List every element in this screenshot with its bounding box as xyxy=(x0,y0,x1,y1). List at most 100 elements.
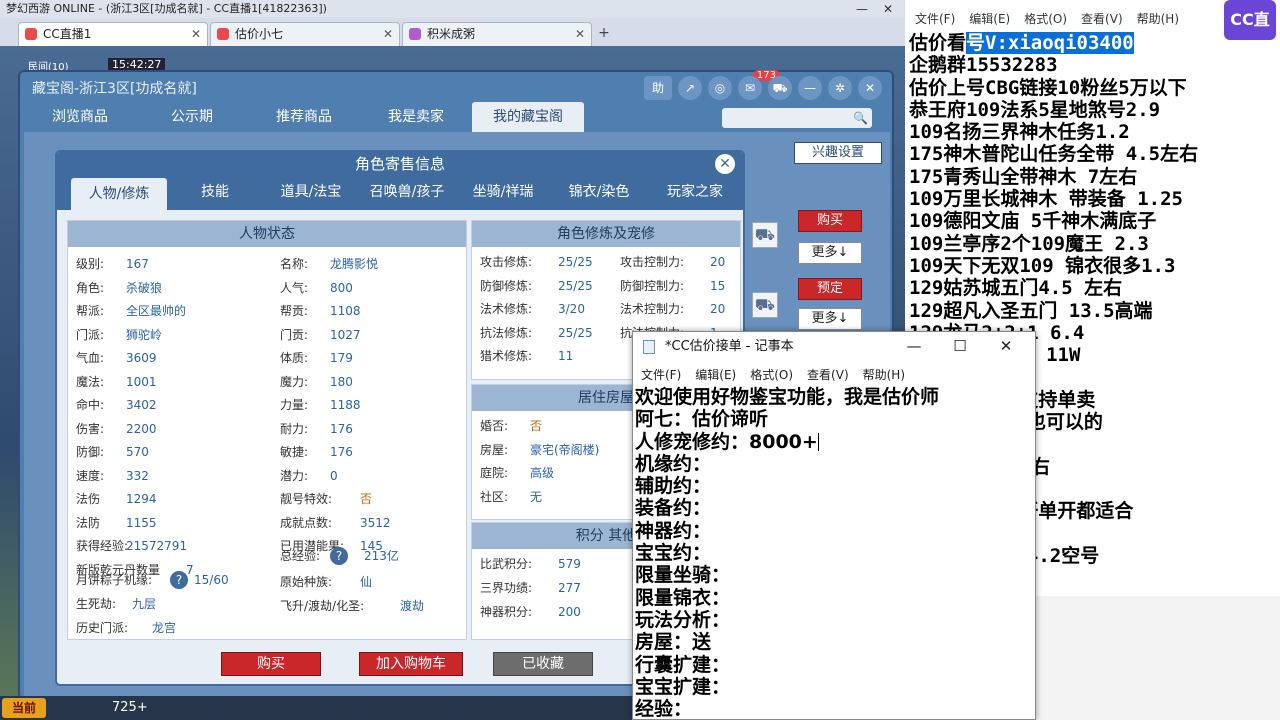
menu-edit[interactable]: 编辑(E) xyxy=(695,366,736,383)
buy-button[interactable]: 购买 xyxy=(798,210,862,232)
notepad-line-text: 神器约： xyxy=(635,519,712,542)
status-key: 靓号特效: xyxy=(280,492,333,506)
tab-items[interactable]: 道具/法宝 xyxy=(263,176,359,210)
status-key: 法伤 xyxy=(76,492,101,506)
cart-icon[interactable]: ⛟ xyxy=(752,222,778,248)
status-row: 伤害: 2200 xyxy=(76,420,157,437)
reserve-button[interactable]: 预定 xyxy=(798,278,862,300)
interest-settings-button[interactable]: 兴趣设置 xyxy=(794,142,882,164)
status-key: 气血: xyxy=(76,351,105,365)
menu-view[interactable]: 查看(V) xyxy=(807,366,849,383)
nav-my-pavilion[interactable]: 我的藏宝阁 xyxy=(472,102,584,132)
status-key: 伤害: xyxy=(76,421,105,436)
tab-close-icon[interactable]: ✕ xyxy=(383,23,393,45)
maximize-button[interactable]: ☐ xyxy=(937,332,983,360)
status-value: 800 xyxy=(330,280,353,295)
nav-seller[interactable]: 我是卖家 xyxy=(360,102,472,132)
menu-help[interactable]: 帮助(H) xyxy=(1137,10,1179,27)
treasure-toolbar: 助 ↗ ◎ ✉ ⛟ — ✲ ✕ xyxy=(638,76,882,100)
close-icon[interactable]: ✕ xyxy=(858,76,882,100)
status-value: 全区最帅的 xyxy=(126,304,187,318)
chat-icon[interactable]: ✉ xyxy=(738,76,762,100)
minimize-button[interactable]: — xyxy=(891,332,937,360)
menu-format[interactable]: 格式(O) xyxy=(1024,10,1067,27)
add-to-cart-button[interactable]: 加入购物车 xyxy=(359,652,463,676)
status-value: 1155 xyxy=(126,515,157,530)
tab-mounts[interactable]: 坐骑/祥瑞 xyxy=(455,176,551,210)
close-icon[interactable]: ✕ xyxy=(715,154,735,174)
background-window-fragment xyxy=(1030,596,1280,720)
menu-view[interactable]: 查看(V) xyxy=(1081,10,1123,27)
more-button[interactable]: 更多↓ xyxy=(798,242,862,264)
price-line: 109兰亭序2个109魔王 2.3 xyxy=(909,232,1149,255)
nav-browse[interactable]: 浏览商品 xyxy=(24,102,136,132)
buy-button[interactable]: 购买 xyxy=(221,652,321,676)
status-value: 176 xyxy=(330,421,353,436)
favorited-button[interactable]: 已收藏 xyxy=(493,652,593,676)
status-value: 1001 xyxy=(126,374,157,389)
status-key: 力量: xyxy=(280,398,309,412)
tab-pets[interactable]: 召唤兽/孩子 xyxy=(359,176,455,210)
notepad-menu: 文件(F) 编辑(E) 格式(O) 查看(V) 帮助(H) xyxy=(633,362,1035,386)
tab-skills[interactable]: 技能 xyxy=(167,176,263,210)
close-button[interactable]: ✕ xyxy=(983,332,1029,360)
tab-char-cultivation[interactable]: 人物/修炼 xyxy=(71,178,167,210)
menu-file[interactable]: 文件(F) xyxy=(915,10,955,27)
close-button[interactable]: ✕ xyxy=(875,0,901,18)
notepad-line: 欢迎使用好物鉴宝功能，我是估价师 xyxy=(635,386,939,408)
minimize-icon[interactable]: — xyxy=(798,76,822,100)
browser-tab-estimate[interactable]: 估价小七 ✕ xyxy=(210,22,400,46)
notepad-line-text: 阿七：估价谛听 xyxy=(635,408,769,431)
home-key: 房屋: xyxy=(480,442,509,457)
status-value: 570 xyxy=(126,445,149,459)
status-row: 帮派: 全区最帅的 xyxy=(76,302,186,319)
status-key: 体质: xyxy=(280,351,309,365)
menu-file[interactable]: 文件(F) xyxy=(641,366,681,383)
menu-help[interactable]: 帮助(H) xyxy=(863,366,905,383)
help-button[interactable]: 助 xyxy=(644,76,672,100)
notepad-line-text: 宝宝扩建： xyxy=(635,675,731,698)
settings-icon[interactable]: ◎ xyxy=(708,76,732,100)
history-sect-key: 历史门派: xyxy=(76,621,129,635)
browser-tab-jimi[interactable]: 积米成粥 ✕ xyxy=(402,22,592,46)
minimize-button[interactable]: — xyxy=(849,0,875,18)
cart-icon[interactable]: ⛟ xyxy=(768,76,792,100)
question-icon[interactable]: ? xyxy=(170,571,188,589)
notepad-text-area[interactable]: 欢迎使用好物鉴宝功能，我是估价师 阿七：估价谛听 人修宠修约：8000+ 机缘约： 辅助… xyxy=(635,386,939,719)
price-line: 175神木普陀山任务全带 4.5左右 xyxy=(909,143,1199,166)
notepad-title: *CC估价接单 - 记事本 xyxy=(665,339,794,354)
cultivation-value: 25/25 xyxy=(558,255,593,269)
nav-publicity[interactable]: 公示期 xyxy=(136,102,248,132)
home-key: 庭院: xyxy=(480,466,509,480)
tab-close-icon[interactable]: ✕ xyxy=(191,23,201,45)
tab-outfits[interactable]: 锦衣/染色 xyxy=(551,176,647,210)
notepad-line-text: 行囊扩建： xyxy=(635,653,731,676)
home-key: 社区: xyxy=(480,489,509,504)
status-key: 潜力: xyxy=(280,468,309,483)
status-key: 速度: xyxy=(76,468,105,483)
tab-close-icon[interactable]: ✕ xyxy=(575,23,585,45)
browser-tab-cc1[interactable]: CC直播1 ✕ xyxy=(18,22,208,46)
search-input[interactable]: 🔍 xyxy=(722,108,872,128)
more-button[interactable]: 更多↓ xyxy=(798,308,862,330)
question-icon[interactable]: ? xyxy=(330,547,348,565)
share-icon[interactable]: ↗ xyxy=(678,76,702,100)
mooncake-key: 月饼粽子机缘: xyxy=(76,573,153,587)
status-value: 167 xyxy=(126,257,149,271)
status-value: 176 xyxy=(330,445,353,459)
status-key: 成就点数: xyxy=(280,515,333,530)
status-row: 速度: 332 xyxy=(76,467,149,484)
status-value: 180 xyxy=(330,374,353,389)
gear-icon[interactable]: ✲ xyxy=(828,76,852,100)
cart-icon[interactable]: ⛟ xyxy=(752,292,778,318)
search-icon[interactable]: 🔍 xyxy=(853,108,868,128)
menu-format[interactable]: 格式(O) xyxy=(750,366,793,383)
notepad-line: 行囊扩建： xyxy=(635,654,939,676)
notepad-line: 宝宝约： xyxy=(635,542,939,564)
cultivation-value: 11 xyxy=(558,349,574,363)
nav-recommend[interactable]: 推荐商品 xyxy=(248,102,360,132)
menu-edit[interactable]: 编辑(E) xyxy=(969,10,1010,27)
current-channel-button[interactable]: 当前 xyxy=(2,698,46,718)
new-tab-button[interactable]: + xyxy=(594,24,614,44)
tab-player-home[interactable]: 玩家之家 xyxy=(647,176,743,210)
